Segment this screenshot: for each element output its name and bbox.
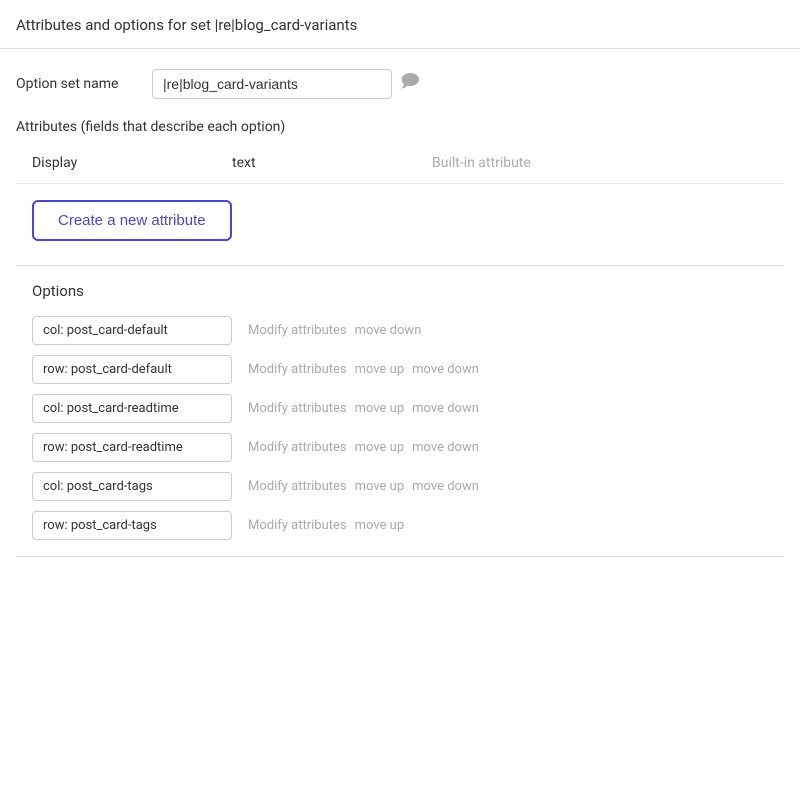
page-container: Attributes and options for set |re|blog_…	[0, 0, 800, 577]
option-actions: Modify attributes move down	[248, 323, 421, 338]
option-tag: row: post_card-readtime	[32, 433, 232, 462]
attr-col-builtin-header: Built-in attribute	[432, 155, 531, 171]
option-action-link[interactable]: Modify attributes	[248, 323, 347, 338]
option-row: col: post_card-default Modify attributes m…	[32, 316, 768, 345]
option-action-link[interactable]: move down	[412, 479, 479, 494]
option-set-name-label: Option set name	[16, 76, 136, 92]
options-list: col: post_card-default Modify attributes m…	[32, 316, 768, 540]
option-row: col: post_card-tags Modify attributes move…	[32, 472, 768, 501]
option-row: row: post_card-tags Modify attributes move…	[32, 511, 768, 540]
attributes-section: Attributes (fields that describe each op…	[16, 119, 784, 241]
comment-icon[interactable]: 🗩	[400, 69, 420, 99]
option-action-link[interactable]: move down	[412, 362, 479, 377]
option-action-link[interactable]: Modify attributes	[248, 440, 347, 455]
option-set-name-row: Option set name 🗩	[16, 69, 784, 99]
option-action-link[interactable]: Modify attributes	[248, 518, 347, 533]
option-action-link[interactable]: Modify attributes	[248, 401, 347, 416]
option-actions: Modify attributes move up move down	[248, 440, 479, 455]
option-action-link[interactable]: move down	[412, 440, 479, 455]
option-action-link[interactable]: Modify attributes	[248, 362, 347, 377]
attributes-divider	[16, 183, 784, 184]
option-tag: col: post_card-readtime	[32, 394, 232, 423]
option-row: row: post_card-default Modify attributes m…	[32, 355, 768, 384]
options-section: Options col: post_card-default Modify att…	[16, 282, 784, 540]
content-area: Option set name 🗩 Attributes (fields tha…	[0, 49, 800, 577]
option-actions: Modify attributes move up move down	[248, 401, 479, 416]
create-btn-row: Create a new attribute	[16, 200, 784, 241]
option-action-link[interactable]: move up	[355, 401, 405, 416]
option-set-name-input-group: 🗩	[152, 69, 420, 99]
option-action-link[interactable]: move up	[355, 362, 405, 377]
page-title: Attributes and options for set |re|blog_…	[0, 0, 800, 49]
option-tag: row: post_card-tags	[32, 511, 232, 540]
option-actions: Modify attributes move up	[248, 518, 404, 533]
option-action-link[interactable]: move up	[355, 479, 405, 494]
option-action-link[interactable]: move up	[355, 440, 405, 455]
attributes-header: Display text Built-in attribute	[16, 151, 784, 179]
option-row: col: post_card-readtime Modify attributes…	[32, 394, 768, 423]
option-action-link[interactable]: Modify attributes	[248, 479, 347, 494]
attr-col-type-header: text	[232, 155, 432, 171]
options-title: Options	[32, 282, 768, 300]
attributes-section-label: Attributes (fields that describe each op…	[16, 119, 784, 135]
option-actions: Modify attributes move up move down	[248, 362, 479, 377]
option-actions: Modify attributes move up move down	[248, 479, 479, 494]
option-action-link[interactable]: move down	[355, 323, 422, 338]
bottom-divider	[16, 556, 784, 557]
option-tag: col: post_card-default	[32, 316, 232, 345]
attr-col-display-header: Display	[32, 155, 232, 171]
option-set-name-input[interactable]	[152, 69, 392, 99]
option-action-link[interactable]: move up	[355, 518, 405, 533]
section-divider	[16, 265, 784, 266]
option-tag: col: post_card-tags	[32, 472, 232, 501]
create-attribute-button[interactable]: Create a new attribute	[32, 200, 232, 241]
option-row: row: post_card-readtime Modify attributes…	[32, 433, 768, 462]
option-tag: row: post_card-default	[32, 355, 232, 384]
option-action-link[interactable]: move down	[412, 401, 479, 416]
